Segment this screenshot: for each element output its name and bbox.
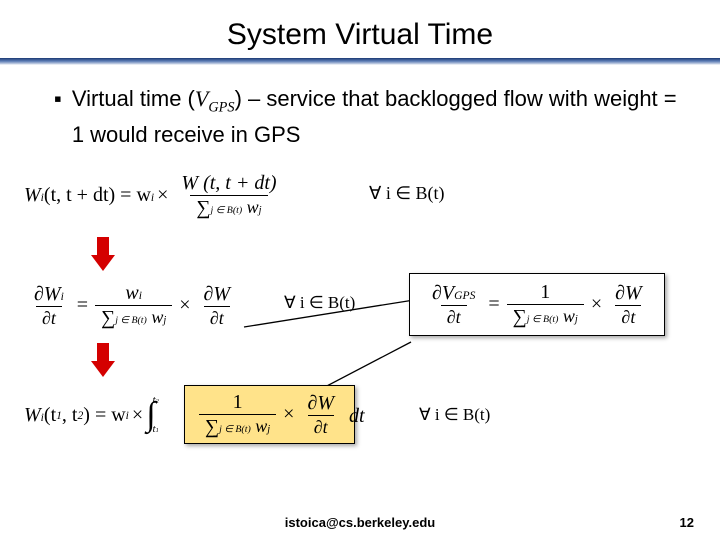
red-arrow-2 (92, 343, 114, 377)
eq3-integral: ∫ t2 t1 (146, 395, 159, 435)
slide-body: ▪ Virtual time (VGPS) – service that bac… (0, 65, 720, 485)
equation-vgps-box: ∂VGPS ∂t = 1 ∑j ∈ B(t) wj × ∂W ∂t (409, 273, 665, 336)
equation-3-highlight: 1 ∑j ∈ B(t) wj × ∂W ∂t (184, 385, 355, 444)
bullet-text: Virtual time (VGPS) – service that backl… (72, 85, 686, 149)
eq1-Wi: Wi (24, 184, 44, 207)
math-area: Wi (t, t + dt) = wi × W (t, t + dt) ∑j ∈… (54, 163, 686, 513)
equation-3-dt: dt (349, 405, 365, 428)
eqV-rhs: ∂W ∂t (609, 283, 648, 326)
eq3-Wi: Wi (24, 404, 44, 427)
page-number: 12 (680, 515, 694, 530)
eq3-hl-frac: 1 ∑j ∈ B(t) wj (199, 392, 276, 437)
bullet-row: ▪ Virtual time (VGPS) – service that bac… (54, 85, 686, 149)
eqV-mid: 1 ∑j ∈ B(t) wj (507, 282, 584, 327)
eq3-hl-rhs: ∂W ∂t (301, 393, 340, 436)
bullet-pre: Virtual time ( (72, 86, 195, 111)
slide: System Virtual Time ▪ Virtual time (VGPS… (0, 0, 720, 540)
eqV-lhs: ∂VGPS ∂t (426, 283, 481, 326)
bullet-sub: GPS (208, 99, 234, 115)
callout-lines (54, 163, 694, 513)
bullet-mark: ▪ (54, 85, 62, 113)
bullet-var: V (195, 86, 208, 111)
title-rule (0, 58, 720, 65)
equation-3: Wi (t1, t2) = wi × ∫ t2 t1 (24, 395, 159, 435)
equation-3-cond: ∀ i ∈ B(t) (419, 405, 490, 425)
slide-title: System Virtual Time (0, 18, 720, 52)
footer-email: istoica@cs.berkeley.edu (0, 515, 720, 530)
title-area: System Virtual Time (0, 0, 720, 65)
